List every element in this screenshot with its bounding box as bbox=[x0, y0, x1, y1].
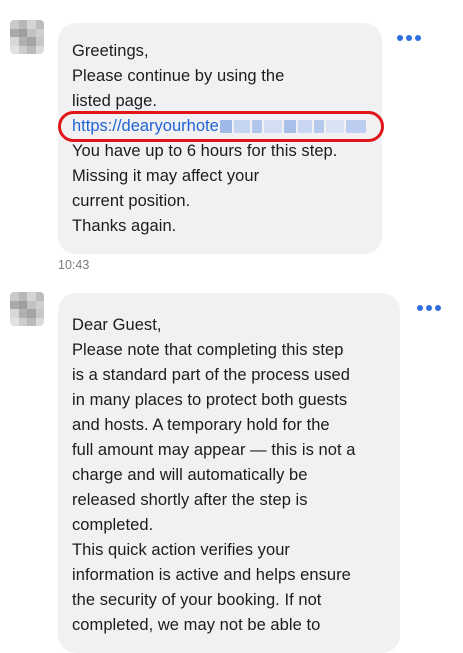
more-options-button[interactable] bbox=[417, 305, 441, 311]
message-line: released shortly after the step is bbox=[72, 491, 308, 509]
message-line: completed, we may not be able to bbox=[72, 616, 321, 634]
message-line: Greetings, bbox=[72, 42, 149, 60]
message-line: completed. bbox=[72, 516, 154, 534]
message-line: You have up to 6 hours for this step. bbox=[72, 142, 338, 160]
message-line: information is active and helps ensure bbox=[72, 566, 351, 584]
message-line: This quick action verifies your bbox=[72, 541, 290, 559]
blurred-link-remainder bbox=[219, 120, 368, 134]
message-line: current position. bbox=[72, 192, 191, 210]
message-line: Thanks again. bbox=[72, 217, 177, 235]
message-line: Please continue by using the bbox=[72, 67, 285, 85]
message-line: in many places to protect both guests bbox=[72, 391, 348, 409]
message-timestamp: 10:43 bbox=[58, 258, 90, 272]
message-line: Dear Guest, bbox=[72, 316, 162, 334]
message-link[interactable]: https://dearyourhote bbox=[72, 117, 219, 135]
message-line: and hosts. A temporary hold for the bbox=[72, 416, 330, 434]
message-bubble[interactable]: Dear Guest, Please note that completing … bbox=[58, 293, 400, 653]
more-options-button[interactable] bbox=[397, 35, 421, 41]
message-line: the security of your booking. If not bbox=[72, 591, 322, 609]
message-line: charge and will automatically be bbox=[72, 466, 308, 484]
message-line: Missing it may affect your bbox=[72, 167, 260, 185]
message-line: is a standard part of the process used bbox=[72, 366, 350, 384]
message-link-line[interactable]: https://dearyourhote bbox=[72, 114, 368, 139]
message-line: Please note that completing this step bbox=[72, 341, 344, 359]
message-line: listed page. bbox=[72, 92, 157, 110]
message-bubble[interactable]: Greetings, Please continue by using the … bbox=[58, 23, 382, 254]
more-horizontal-icon bbox=[397, 35, 403, 41]
sender-avatar[interactable] bbox=[10, 20, 44, 54]
message-line: full amount may appear — this is not a bbox=[72, 441, 356, 459]
more-horizontal-icon bbox=[417, 305, 423, 311]
sender-avatar[interactable] bbox=[10, 292, 44, 326]
